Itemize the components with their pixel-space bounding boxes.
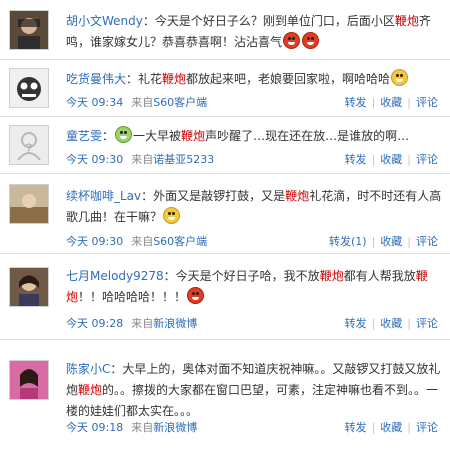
favorite-button[interactable]: 收藏 <box>380 153 402 166</box>
username-link[interactable]: 吃货曼伟大 <box>66 72 126 86</box>
username-link[interactable]: 童艺雯 <box>66 129 102 143</box>
username-link[interactable]: 陈家小C <box>66 362 110 376</box>
divider: | <box>407 317 411 330</box>
text-segment: 都有人帮我放 <box>343 269 416 283</box>
post-text: 续杯咖啡_Lav：外面又是敲锣打鼓，又是鞭炮礼花滴，时不时还有人高歌几曲！在干嘛… <box>66 186 444 228</box>
post-actions: 转发 | 收藏 | 评论 <box>345 153 438 167</box>
post-item: 吃货曼伟大：礼花鞭炮都放起来吧，老娘要回家啦，啊哈哈哈 今天 09:34 来自S6… <box>0 60 450 117</box>
cry-emoticon-icon <box>115 126 133 143</box>
username-link[interactable]: 胡小文Wendy <box>66 14 143 28</box>
post-text: 陈家小C：大早上的，奥体对面不知道庆祝神嘛。。又敲锣又打鼓又放礼炮鞭炮的。。擦拨… <box>66 359 444 422</box>
keyword-highlight: 鞭炮 <box>319 269 344 283</box>
avatar[interactable]: ? <box>9 125 49 165</box>
post-meta: 今天 09:34 来自S60客户端 转发 | 收藏 | 评论 <box>66 96 444 110</box>
source-link[interactable]: S60客户端 <box>153 235 207 248</box>
svg-text:?: ? <box>25 142 32 158</box>
avatar[interactable] <box>9 10 49 50</box>
text-segment: ：礼花 <box>126 72 163 86</box>
repost-button[interactable]: 转发 <box>345 317 367 330</box>
post-text: 童艺雯： 一大早被鞭炮声吵醒了…现在还在放…是谁放的啊… <box>66 126 444 147</box>
source-link[interactable]: 诺基亚5233 <box>153 153 214 166</box>
post-time-link[interactable]: 今天 09:34 <box>66 96 123 109</box>
text-segment: 都放起来吧，老娘要回家啦，啊哈哈哈 <box>186 72 391 86</box>
source-link[interactable]: 新浪微博 <box>153 421 197 434</box>
post-item: 七月Melody9278：今天是个好日子哈，我不放鞭炮都有人帮我放鞭炮！！哈哈哈… <box>0 254 450 340</box>
laugh-emoticon-icon <box>302 32 320 49</box>
divider: | <box>371 317 376 330</box>
post-meta: 今天 09:30 来自S60客户端 转发(1) | 收藏 | 评论 <box>66 235 444 249</box>
source-prefix: 来自 <box>131 153 154 166</box>
source-prefix: 来自 <box>131 235 154 248</box>
post-item: 陈家小C：大早上的，奥体对面不知道庆祝神嘛。。又敲锣又打鼓又放礼炮鞭炮的。。擦拨… <box>0 340 450 462</box>
repost-button[interactable]: 转发 <box>345 96 367 109</box>
source-prefix: 来自 <box>131 317 154 330</box>
avatar[interactable] <box>9 360 49 400</box>
laugh-emoticon-icon <box>283 32 301 49</box>
post-actions: 转发 | 收藏 | 评论 <box>345 96 438 110</box>
keyword-highlight: 鞭炮 <box>285 189 310 203</box>
keyword-highlight: 鞭炮 <box>78 383 103 397</box>
post-time-link[interactable]: 今天 09:18 <box>66 421 123 434</box>
post-text: 七月Melody9278：今天是个好日子哈，我不放鞭炮都有人帮我放鞭炮！！哈哈哈… <box>66 266 444 308</box>
comment-button[interactable]: 评论 <box>416 235 438 248</box>
post-item: 胡小文Wendy：今天是个好日子么？刚到单位门口，后面小区鞭炮齐鸣，谁家嫁女儿？… <box>0 0 450 60</box>
shy-emoticon-icon <box>391 69 409 86</box>
weibo-feed: 胡小文Wendy：今天是个好日子么？刚到单位门口，后面小区鞭炮齐鸣，谁家嫁女儿？… <box>0 0 450 462</box>
post-time-link[interactable]: 今天 09:30 <box>66 153 123 166</box>
source-link[interactable]: 新浪微博 <box>153 317 197 330</box>
keyword-highlight: 鞭炮 <box>394 14 419 28</box>
divider: | <box>371 235 376 248</box>
repost-button[interactable]: 转发(1) <box>329 235 367 248</box>
source-link[interactable]: S60客户端 <box>153 96 207 109</box>
text-segment: ：今天是个好日子哈，我不放 <box>163 269 320 283</box>
repost-button[interactable]: 转发 <box>345 421 367 434</box>
source-prefix: 来自 <box>131 96 154 109</box>
post-actions: 转发(1) | 收藏 | 评论 <box>329 235 438 249</box>
username-link[interactable]: 续杯咖啡_Lav <box>66 189 141 203</box>
favorite-button[interactable]: 收藏 <box>380 96 402 109</box>
comment-button[interactable]: 评论 <box>416 317 438 330</box>
divider: | <box>407 153 411 166</box>
post-time-link[interactable]: 今天 09:30 <box>66 235 123 248</box>
post-actions: 转发 | 收藏 | 评论 <box>345 317 438 331</box>
question-emoticon-icon <box>163 207 181 224</box>
post-meta: 今天 09:28 来自新浪微博 转发 | 收藏 | 评论 <box>66 317 444 331</box>
post-item: ? 童艺雯： 一大早被鞭炮声吵醒了…现在还在放…是谁放的啊… 今天 09:30 来自… <box>0 117 450 174</box>
divider: | <box>371 96 376 109</box>
avatar[interactable] <box>9 184 49 224</box>
divider: | <box>407 421 411 434</box>
favorite-button[interactable]: 收藏 <box>380 421 402 434</box>
keyword-highlight: 鞭炮 <box>162 72 187 86</box>
source-prefix: 来自 <box>131 421 154 434</box>
text-segment: ！！哈哈哈哈！！！ <box>78 290 187 304</box>
post-time-link[interactable]: 今天 09:28 <box>66 317 123 330</box>
post-text: 胡小文Wendy：今天是个好日子么？刚到单位门口，后面小区鞭炮齐鸣，谁家嫁女儿？… <box>66 11 444 53</box>
text-segment: ：今天是个好日子么？刚到单位门口，后面小区 <box>142 14 395 28</box>
post-meta: 今天 09:18 来自新浪微博 转发 | 收藏 | 评论 <box>66 421 444 435</box>
avatar[interactable] <box>9 267 49 307</box>
text-segment: 的。。擦拨的大家都在窗口巴望，可素，注定神嘛也看不到。。一楼的娃娃们都太实在。。… <box>66 383 439 418</box>
username-link[interactable]: 七月Melody9278 <box>66 269 164 283</box>
post-text: 吃货曼伟大：礼花鞭炮都放起来吧，老娘要回家啦，啊哈哈哈 <box>66 69 444 90</box>
post-actions: 转发 | 收藏 | 评论 <box>345 421 438 435</box>
divider: | <box>371 153 376 166</box>
text-segment: 声吵醒了…现在还在放…是谁放的啊… <box>205 129 410 143</box>
comment-button[interactable]: 评论 <box>416 153 438 166</box>
comment-button[interactable]: 评论 <box>416 96 438 109</box>
laugh-emoticon-icon <box>187 287 205 304</box>
keyword-highlight: 鞭炮 <box>181 129 206 143</box>
divider: | <box>371 421 376 434</box>
post-meta: 今天 09:30 来自诺基亚5233 转发 | 收藏 | 评论 <box>66 153 444 167</box>
text-segment: 一大早被 <box>133 129 182 143</box>
favorite-button[interactable]: 收藏 <box>380 235 402 248</box>
comment-button[interactable]: 评论 <box>416 421 438 434</box>
post-item: 续杯咖啡_Lav：外面又是敲锣打鼓，又是鞭炮礼花滴，时不时还有人高歌几曲！在干嘛… <box>0 174 450 254</box>
repost-button[interactable]: 转发 <box>345 153 367 166</box>
divider: | <box>407 235 411 248</box>
favorite-button[interactable]: 收藏 <box>380 317 402 330</box>
divider: | <box>407 96 411 109</box>
avatar[interactable] <box>9 68 49 108</box>
text-segment: ：外面又是敲锣打鼓，又是 <box>141 189 286 203</box>
